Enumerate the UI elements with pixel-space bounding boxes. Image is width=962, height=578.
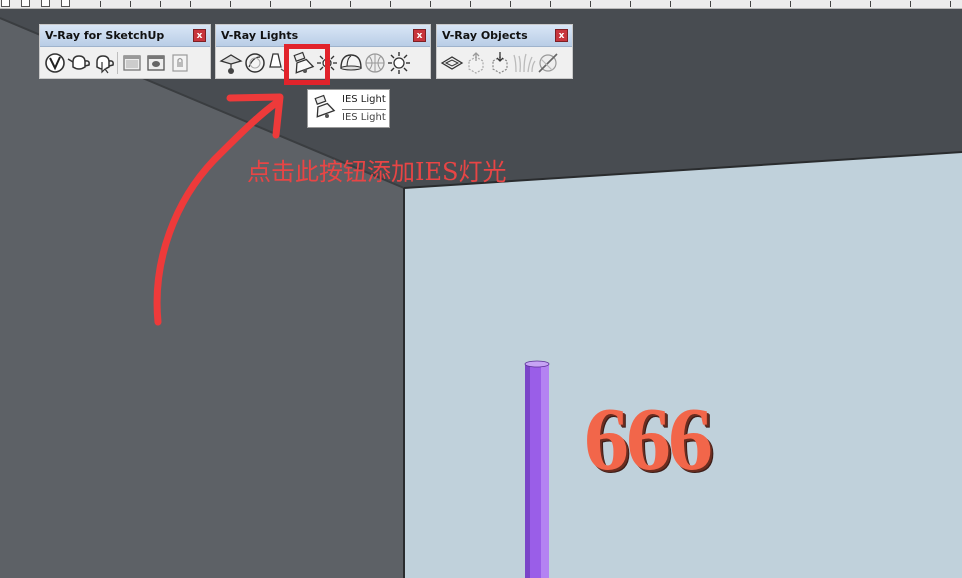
teapot-render-icon[interactable] (67, 50, 91, 76)
close-button[interactable]: x (193, 29, 206, 42)
lock-icon[interactable] (168, 50, 192, 76)
tooltip-subtitle: IES Light (342, 112, 386, 123)
vray-logo-icon[interactable] (43, 50, 67, 76)
toolbar-title: V-Ray Lights (221, 29, 299, 42)
ies-light-icon (312, 94, 338, 126)
teapot-interactive-render-icon[interactable] (91, 50, 115, 76)
toolbar-titlebar[interactable]: V-Ray for SketchUp x (40, 25, 210, 47)
proxy-import-icon[interactable] (488, 50, 512, 76)
wall-3d-text: 666 (584, 390, 713, 489)
top-toolbar-strip (0, 0, 962, 9)
tooltip-title: IES Light (342, 94, 386, 105)
purple-cylinder (524, 360, 550, 578)
fur-icon[interactable] (512, 50, 536, 76)
infinite-plane-icon[interactable] (440, 50, 464, 76)
ies-light-tooltip: IES Light IES Light (307, 89, 390, 128)
sphere-light-icon[interactable] (243, 50, 267, 76)
mesh-clipper-icon[interactable] (536, 50, 560, 76)
close-button[interactable]: x (413, 29, 426, 42)
sun-light-icon[interactable] (387, 50, 411, 76)
toolbar-title: V-Ray for SketchUp (45, 29, 165, 42)
right-wall (404, 152, 962, 578)
tooltip-divider (342, 109, 386, 110)
annotation-text: 点击此按钮添加IES灯光 (247, 158, 507, 186)
mesh-light-icon[interactable] (363, 50, 387, 76)
toolbar-separator (117, 52, 118, 74)
proxy-export-icon[interactable] (464, 50, 488, 76)
rect-light-icon[interactable] (219, 50, 243, 76)
ies-button-highlight (284, 44, 330, 85)
frame-buffer-icon[interactable] (120, 50, 144, 76)
dome-light-icon[interactable] (339, 50, 363, 76)
close-button[interactable]: x (555, 29, 568, 42)
viewport-scene[interactable] (0, 0, 962, 578)
vray-sketchup-toolbar: V-Ray for SketchUp x (39, 24, 211, 79)
vray-objects-toolbar: V-Ray Objects x (436, 24, 573, 79)
toolbar-titlebar[interactable]: V-Ray Objects x (437, 25, 572, 47)
toolbar-title: V-Ray Objects (442, 29, 528, 42)
frame-buffer-alt-icon[interactable] (144, 50, 168, 76)
